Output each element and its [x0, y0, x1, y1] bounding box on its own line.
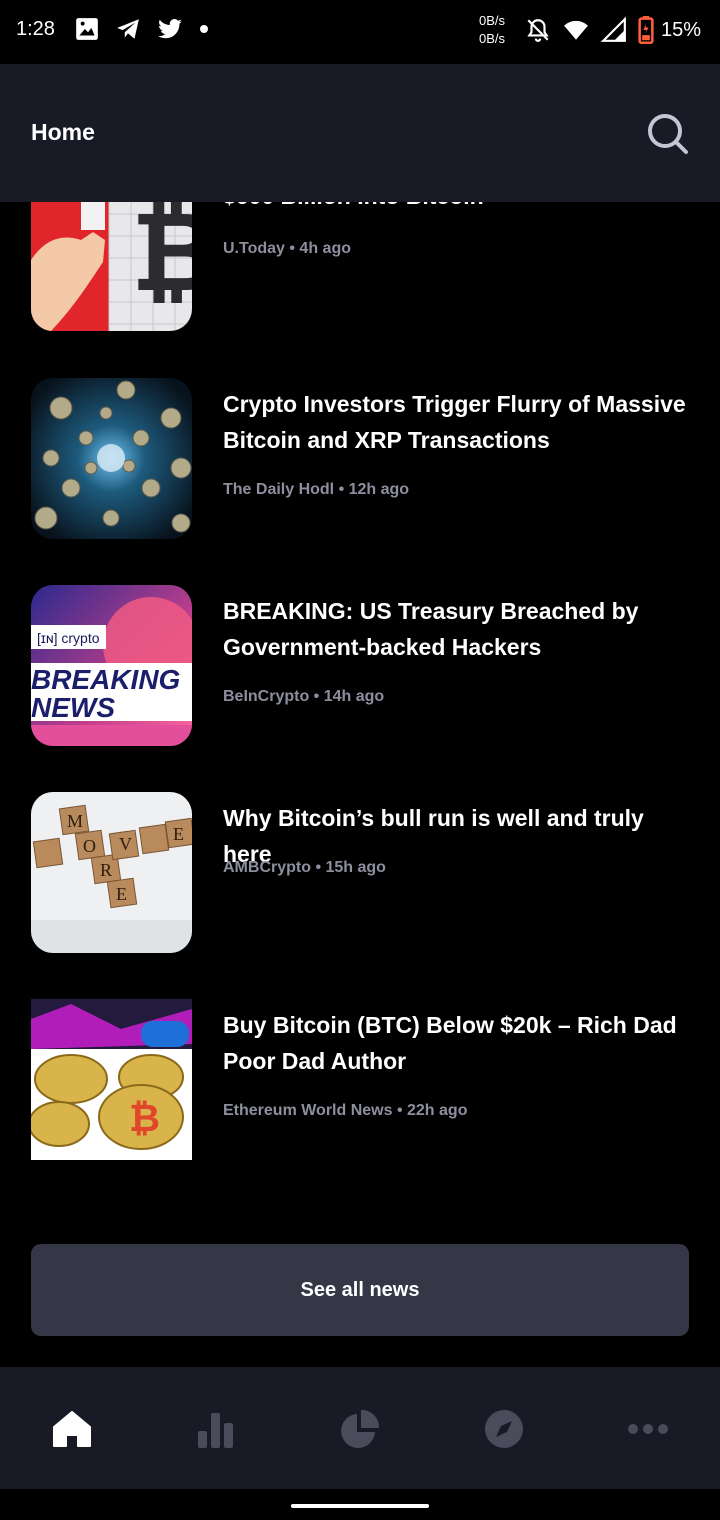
news-meta: Ethereum World News • 22h ago [223, 1102, 468, 1119]
news-thumbnail [31, 378, 192, 539]
notification-icons [74, 16, 210, 42]
news-thumbnail: ₿ [31, 202, 192, 331]
nav-charts[interactable] [192, 1405, 240, 1453]
system-icons [525, 16, 655, 49]
see-all-news-button[interactable]: See all news [31, 1244, 689, 1336]
news-thumbnail: [ɪɴ] crypto BREAKING NEWS [31, 585, 192, 746]
news-title: BREAKING: US Treasury Breached by Govern… [223, 598, 639, 660]
tile-e2-text: E [173, 824, 184, 844]
compass-icon [485, 1410, 523, 1448]
nav-home[interactable] [48, 1405, 96, 1453]
twitter-icon [156, 16, 184, 42]
tile-v-text: V [119, 834, 132, 854]
telegram-icon [114, 16, 142, 42]
pie-chart-icon [341, 1409, 380, 1448]
bitcoin-symbol: ₿ [131, 202, 192, 314]
tile-m-text: M [67, 811, 83, 831]
net-up-text: 0B/s [479, 13, 506, 28]
news-meta: The Daily Hodl • 12h ago [223, 481, 410, 498]
news-list[interactable]: ₿ $600 Billion Into Bitcoin U.Today • 4h… [0, 202, 720, 1367]
search-button[interactable] [644, 110, 692, 158]
network-speed: 0B/s 0B/s [479, 12, 505, 48]
news-meta: BeInCrypto • 14h ago [223, 688, 385, 705]
news-item[interactable]: ₿ $600 Billion Into Bitcoin U.Today • 4h… [31, 202, 691, 332]
wifi-icon [561, 17, 591, 48]
net-down-text: 0B/s [479, 31, 506, 46]
news-item[interactable]: M O R E V E Why Bitcoin’s bull run is we… [31, 792, 691, 954]
gesture-navigation-area [0, 1489, 720, 1520]
news-title: Crypto Investors Trigger Flurry of Massi… [223, 391, 686, 453]
gesture-handle[interactable] [291, 1504, 429, 1508]
news-item[interactable]: ₿ Buy Bitcoin (BTC) Below $20k – Rich Da… [31, 999, 691, 1161]
news-thumbnail: M O R E V E [31, 792, 192, 953]
search-icon [648, 114, 688, 154]
news-item[interactable]: [ɪɴ] crypto BREAKING NEWS BREAKING: US T… [31, 585, 691, 747]
news-title: Buy Bitcoin (BTC) Below $20k – Rich Dad … [223, 1012, 677, 1074]
battery-icon [637, 16, 655, 49]
bar-chart-icon [198, 1413, 233, 1448]
news-item[interactable]: Crypto Investors Trigger Flurry of Massi… [31, 378, 691, 540]
bitcoin-symbol: ₿ [129, 1098, 160, 1140]
news-meta: AMBCrypto • 15h ago [223, 859, 386, 876]
status-bar: 1:28 0B/s 0B/s 15% [0, 0, 720, 64]
home-icon [53, 1411, 91, 1447]
dot-icon [198, 23, 210, 35]
tile-e-text: E [116, 884, 127, 904]
news-title: $600 Billion Into Bitcoin [223, 202, 688, 214]
tile-o-text: O [83, 836, 96, 856]
status-time: 1:28 [16, 18, 55, 40]
thumbnail-breaking-text: BREAKING [31, 664, 180, 695]
bottom-navigation [0, 1367, 720, 1489]
thumbnail-news-text: NEWS [31, 692, 115, 723]
news-thumbnail: ₿ [31, 999, 192, 1160]
app-bar: Home [0, 64, 720, 202]
page-title: Home [31, 119, 95, 145]
battery-percentage: 15% [661, 19, 702, 41]
more-icon [628, 1424, 668, 1434]
tile-r-text: R [100, 860, 112, 880]
thumbnail-logo-text: [ɪɴ] crypto [37, 630, 100, 646]
nav-portfolio[interactable] [336, 1405, 384, 1453]
signal-icon [600, 16, 627, 48]
nav-explore[interactable] [480, 1405, 528, 1453]
image-icon [74, 16, 100, 42]
news-meta: U.Today • 4h ago [223, 240, 351, 257]
mute-icon [525, 17, 551, 48]
nav-more[interactable] [624, 1405, 672, 1453]
